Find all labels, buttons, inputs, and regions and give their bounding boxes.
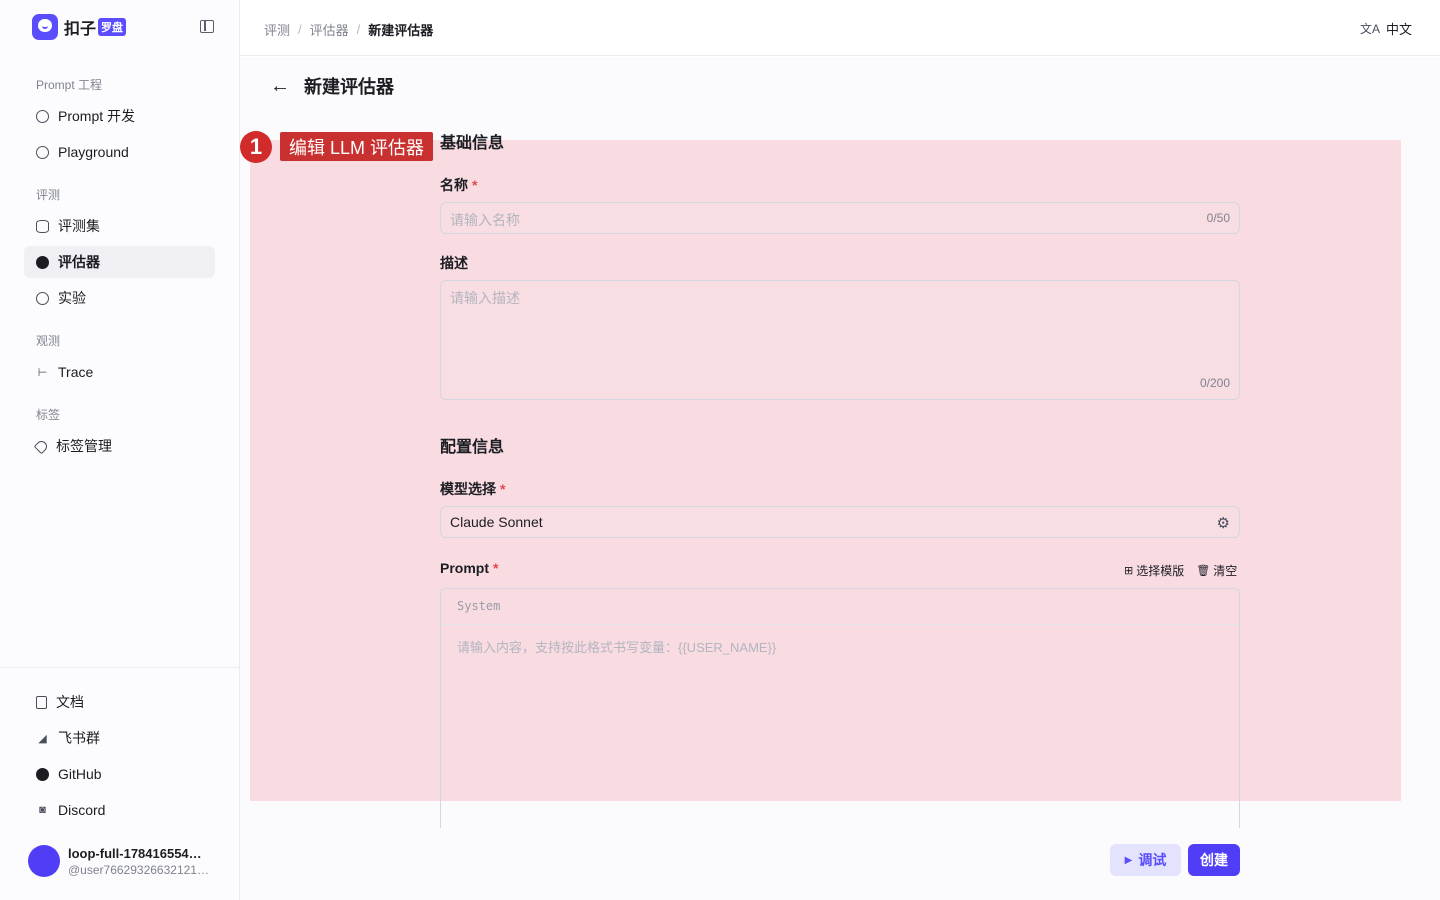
section-title-basic: 基础信息 <box>440 135 505 152</box>
sidebar-item-tag-management[interactable]: 标签管理 <box>24 430 215 462</box>
breadcrumb-separator: / <box>298 22 302 37</box>
sidebar-item-label: Playground <box>58 144 129 160</box>
breadcrumb-item-evaluators[interactable]: 评估器 <box>310 20 349 39</box>
description-field[interactable]: 请输入描述 0/200 <box>440 280 1240 400</box>
create-button[interactable]: 创建 <box>1188 844 1240 876</box>
sidebar-item-datasets[interactable]: 评测集 <box>24 210 215 242</box>
play-icon <box>36 145 49 159</box>
trash-icon: 🗑 <box>1196 565 1211 577</box>
select-template-button[interactable]: ⊞ 选择模版 <box>1124 562 1184 579</box>
prompt-icon <box>36 109 49 123</box>
trace-icon: ⊢ <box>37 366 48 379</box>
logo-icon <box>32 14 58 40</box>
sidebar-item-label: 飞书群 <box>58 730 100 746</box>
sidebar-item-experiments[interactable]: 实验 <box>24 282 215 314</box>
translate-icon: 文A <box>1359 22 1380 36</box>
language-label: 中文 <box>1385 22 1412 37</box>
section-title-config: 配置信息 <box>440 439 505 456</box>
gauge-icon <box>36 291 49 305</box>
annotation-label: 编辑 LLM 评估器 <box>280 132 434 161</box>
prompt-role-system: System <box>441 589 1239 625</box>
breadcrumb: 评测 / 评估器 / 新建评估器 <box>264 20 433 39</box>
prompt-actions: ⊞ 选择模版 🗑 清空 <box>1112 562 1237 579</box>
sidebar-item-label: GitHub <box>58 766 102 782</box>
page-title: 新建评估器 <box>304 77 394 97</box>
play-icon: ▶ <box>1124 854 1133 866</box>
sidebar-item-feishu[interactable]: ◢ 飞书群 <box>24 722 215 754</box>
breadcrumb-item-evaluation[interactable]: 评测 <box>264 20 290 39</box>
name-placeholder: 请输入名称 <box>450 212 520 228</box>
sidebar-item-label: Discord <box>58 802 106 818</box>
user-handle: @user76629326632121… <box>68 862 209 877</box>
model-label-text: 模型选择 <box>440 481 496 497</box>
prompt-editor[interactable]: System 请输入内容，支持按此格式书写变量：{{USER_NAME}} <box>440 588 1240 828</box>
back-arrow-icon[interactable]: ← <box>270 75 290 98</box>
sidebar-item-discord[interactable]: ◙ Discord <box>24 794 215 826</box>
sidebar-item-trace[interactable]: ⊢ Trace <box>24 356 215 388</box>
model-select[interactable]: Claude Sonnet ⚙ <box>440 506 1240 538</box>
nav-group-observe: 观测 <box>36 334 61 348</box>
sidebar-item-github[interactable]: GitHub <box>24 758 215 790</box>
main-content: ← 新建评估器 1 编辑 LLM 评估器 基础信息 名称 * 请输入名称 0/50… <box>240 57 1440 900</box>
page-header: ← 新建评估器 <box>270 73 394 99</box>
tag-icon <box>33 438 50 454</box>
sidebar-item-evaluators[interactable]: 评估器 <box>24 246 215 278</box>
avatar <box>28 845 60 877</box>
feishu-icon: ◢ <box>38 732 47 745</box>
select-template-label: 选择模版 <box>1136 564 1185 578</box>
top-bar: 评测 / 评估器 / 新建评估器 文A 中文 <box>240 0 1440 56</box>
language-switch[interactable]: 文A 中文 <box>1360 19 1412 38</box>
prompt-label-text: Prompt <box>440 560 489 576</box>
description-char-counter: 0/200 <box>1199 376 1230 390</box>
sidebar-item-prompt-dev[interactable]: Prompt 开发 <box>24 100 215 132</box>
sidebar-item-label: Trace <box>58 364 94 380</box>
database-icon <box>36 219 49 233</box>
name-char-counter: 0/50 <box>1206 211 1230 225</box>
sidebar-item-label: 评测集 <box>58 218 100 234</box>
user-profile[interactable]: loop-full-178416554… @user76629326632121… <box>28 845 214 877</box>
description-placeholder: 请输入描述 <box>450 290 520 306</box>
nav-group-tags: 标签 <box>36 408 61 422</box>
gear-icon[interactable]: ⚙ <box>1217 514 1230 532</box>
required-asterisk: * <box>500 481 506 497</box>
sidebar-item-label: Prompt 开发 <box>58 108 136 124</box>
evaluator-icon <box>36 255 49 269</box>
template-icon: ⊞ <box>1124 565 1134 577</box>
clear-button[interactable]: 🗑 清空 <box>1196 562 1237 579</box>
nav-group-prompt: Prompt 工程 <box>36 78 103 92</box>
name-label: 名称 * <box>440 175 477 195</box>
required-asterisk: * <box>472 177 478 193</box>
clear-label: 清空 <box>1213 564 1238 578</box>
sidebar-collapse-icon[interactable] <box>200 20 214 33</box>
discord-icon: ◙ <box>39 804 46 816</box>
nav-group-evaluation: 评测 <box>36 188 61 202</box>
sidebar-item-label: 评估器 <box>58 254 100 270</box>
breadcrumb-separator: / <box>356 22 361 37</box>
sidebar-item-label: 标签管理 <box>56 438 112 454</box>
breadcrumb-item-current: 新建评估器 <box>368 23 434 38</box>
description-label: 描述 <box>440 255 468 271</box>
debug-button[interactable]: ▶ 调试 <box>1110 844 1181 876</box>
sidebar-item-playground[interactable]: Playground <box>24 136 215 168</box>
brand-logo[interactable]: 扣子 罗盘 <box>32 14 127 40</box>
model-label: 模型选择 * <box>440 479 505 499</box>
sidebar-item-label: 文档 <box>56 694 84 710</box>
github-icon <box>36 767 49 781</box>
prompt-placeholder: 请输入内容，支持按此格式书写变量：{{USER_NAME}} <box>457 640 777 655</box>
required-asterisk: * <box>493 560 499 576</box>
sidebar-item-docs[interactable]: 文档 <box>24 686 215 718</box>
model-select-value: Claude Sonnet <box>450 514 543 530</box>
annotation-marker: 1 <box>240 131 272 163</box>
prompt-label: Prompt * <box>440 560 498 576</box>
brand-badge: 罗盘 <box>98 18 127 36</box>
user-name: loop-full-178416554… <box>68 845 202 861</box>
sidebar: 扣子 罗盘 Prompt 工程 Prompt 开发 Playground 评测 … <box>0 0 240 900</box>
name-label-text: 名称 <box>440 177 468 193</box>
brand-name: 扣子 <box>64 21 97 38</box>
document-icon <box>36 695 47 709</box>
name-field[interactable]: 请输入名称 0/50 <box>440 202 1240 234</box>
sidebar-item-label: 实验 <box>58 290 86 306</box>
sidebar-divider <box>0 667 239 668</box>
debug-label: 调试 <box>1138 852 1167 868</box>
